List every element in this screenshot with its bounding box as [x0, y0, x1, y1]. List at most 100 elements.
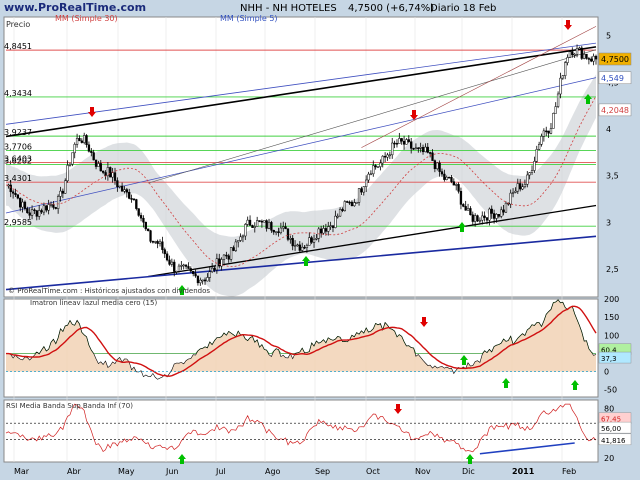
candle-body [78, 138, 81, 142]
candle-body [357, 188, 361, 203]
candle-body [481, 215, 484, 221]
candle-body [11, 191, 15, 194]
candle-body [365, 179, 368, 187]
candle-body [177, 265, 181, 272]
candle-body [267, 222, 271, 229]
candle-body [206, 277, 209, 282]
candle-body [279, 227, 283, 233]
x-tick-label: Nov [415, 467, 431, 476]
candle-body [23, 201, 27, 209]
candle-body [523, 184, 527, 187]
candle-body [488, 208, 491, 221]
level-label: 4,8451 [4, 42, 32, 51]
candle-body [14, 193, 17, 195]
candle-body [286, 228, 290, 240]
candle-body [203, 279, 207, 282]
candle-body [509, 192, 512, 205]
x-tick-label: Ago [265, 467, 281, 476]
candle-body [33, 209, 36, 212]
candle-body [341, 209, 344, 211]
ma5-label: MM (Simple 5) [220, 14, 278, 23]
x-tick-label: Mar [14, 467, 30, 476]
x-tick-label: Sep [315, 467, 330, 476]
candle-body [154, 241, 157, 243]
candle-body [334, 215, 337, 228]
candle-body [256, 220, 259, 227]
candle-body [526, 174, 529, 185]
candle-body [580, 47, 583, 59]
candle-body [80, 140, 83, 143]
candle-body [511, 192, 515, 194]
candle-body [462, 204, 465, 207]
x-tick-label: Oct [366, 467, 380, 476]
candle-body [474, 215, 477, 222]
candle-body [232, 247, 235, 251]
candle-body [291, 238, 294, 247]
candle-body [417, 147, 420, 150]
candle-body [225, 254, 228, 257]
candle-body [419, 147, 422, 149]
candle-body [139, 215, 143, 219]
candle-body [170, 261, 174, 265]
candle-body [568, 51, 572, 58]
candle-body [322, 228, 325, 234]
imatron-tag: 37,3 [601, 355, 617, 363]
x-tick-label: May [118, 467, 135, 476]
rsi-tag: 56,00 [601, 425, 621, 433]
candle-body [381, 155, 384, 164]
candle-body [549, 128, 553, 134]
candle-body [587, 58, 591, 60]
candle-body [213, 267, 216, 271]
candle-body [578, 47, 581, 50]
candle-body [161, 241, 164, 250]
candle-body [149, 230, 152, 242]
imatron-axis-tick: 200 [604, 295, 619, 304]
x-tick-label: Jul [215, 467, 226, 476]
candle-body [336, 215, 339, 218]
candle-body [38, 210, 41, 217]
candle-body [533, 161, 536, 171]
candle-body [293, 245, 297, 247]
candle-body [388, 154, 392, 157]
candle-body [199, 279, 202, 284]
chart-root: 4,8451 4,3434 3,9237 3,7706 3,6403 3,6202 3,43… [0, 0, 640, 480]
candle-body [270, 222, 273, 231]
candle-body [109, 167, 112, 178]
candle-body [301, 246, 304, 251]
price-axis-tick: 5 [606, 32, 611, 41]
candle-body [391, 142, 394, 156]
candle-body [85, 135, 88, 146]
candle-body [26, 208, 29, 214]
site-label: www.ProRealTime.com [4, 1, 146, 14]
candle-body [348, 201, 351, 204]
candle-body [196, 275, 200, 284]
candle-body [367, 173, 370, 181]
candle-body [298, 244, 301, 251]
candle-body [447, 176, 451, 179]
candle-body [180, 265, 183, 267]
candle-body [329, 225, 332, 227]
candle-body [552, 113, 555, 129]
candle-body [583, 53, 586, 59]
imatron-axis-tick: -50 [604, 386, 617, 395]
candle-body [120, 185, 124, 192]
candle-body [542, 130, 546, 137]
candle-body [490, 208, 493, 214]
candle-body [519, 183, 522, 190]
candle-body [514, 190, 517, 193]
rsi-axis-tick: 80 [604, 404, 614, 413]
candle-body [28, 212, 31, 216]
level-label: 3,4301 [4, 174, 32, 183]
candle-body [147, 228, 150, 231]
candle-body [194, 273, 197, 277]
candle-body [61, 190, 65, 194]
candle-body [590, 58, 593, 62]
rsi-legend: RSI Media Banda Sup Banda Inf (70) [6, 402, 133, 410]
candle-body [324, 228, 328, 232]
candle-body [303, 246, 306, 249]
candle-body [208, 271, 211, 278]
candle-body [45, 205, 48, 211]
candle-body [554, 106, 557, 114]
candle-body [476, 215, 479, 222]
candle-body [282, 226, 285, 229]
